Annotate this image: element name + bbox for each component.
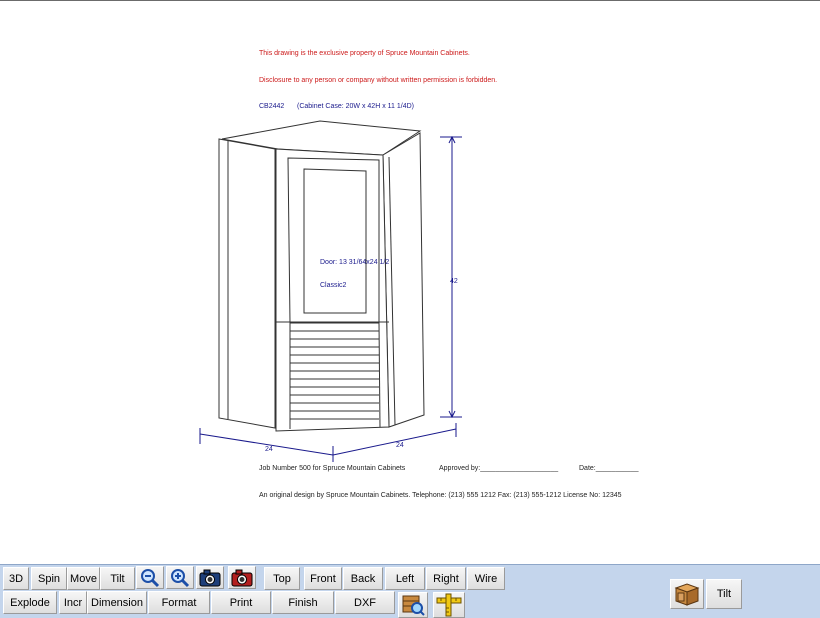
door-style: Classic2: [320, 282, 347, 289]
footer-line: An original design by Spruce Mountain Ca…: [259, 492, 622, 499]
left-view-button[interactable]: Left: [385, 567, 425, 590]
measure-button[interactable]: [433, 592, 465, 618]
zoom-in-icon: [171, 568, 190, 587]
dimension-left-width: 24: [265, 446, 273, 453]
move-button[interactable]: Move: [67, 567, 100, 590]
spin-button[interactable]: Spin: [31, 567, 67, 590]
measure-icon: [436, 593, 462, 617]
finish-button[interactable]: Finish: [272, 591, 334, 614]
camera-icon: [199, 569, 221, 586]
back-view-button[interactable]: Back: [343, 567, 383, 590]
tilt-button[interactable]: Tilt: [100, 567, 135, 590]
bottom-toolbar: 3D Spin Move Tilt Top Front Back Left Ri…: [0, 564, 820, 618]
zoom-out-button[interactable]: [136, 566, 164, 589]
dimension-height: 42: [450, 278, 458, 285]
tilt-right-button[interactable]: Tilt: [706, 579, 742, 609]
increment-button[interactable]: Incr: [59, 591, 87, 614]
date-field: Date:___________: [579, 465, 639, 472]
zoom-in-button[interactable]: [166, 566, 194, 589]
zoom-out-icon: [141, 568, 160, 587]
format-button[interactable]: Format: [148, 591, 210, 614]
red-camera-icon: [231, 569, 253, 586]
wire-view-button[interactable]: Wire: [467, 567, 505, 590]
cabinet-view-button[interactable]: [670, 579, 704, 609]
cabinet-drawing: [199, 120, 462, 462]
dimension-right-width: 24: [396, 442, 404, 449]
door-label: Door: 13 31/64x24 1/2: [320, 259, 390, 266]
cabinet-search-button[interactable]: [398, 592, 428, 618]
cabinet-box-icon: [674, 583, 700, 606]
dxf-button[interactable]: DXF: [335, 591, 395, 614]
print-button[interactable]: Print: [211, 591, 271, 614]
approved-by: Approved by:____________________: [439, 465, 559, 472]
dimension-button[interactable]: Dimension: [87, 591, 147, 614]
job-line: Job Number 500 for Spruce Mountain Cabin…: [259, 465, 406, 472]
snapshot-button[interactable]: [228, 566, 256, 589]
right-view-button[interactable]: Right: [426, 567, 466, 590]
top-view-button[interactable]: Top: [264, 567, 300, 590]
explode-button[interactable]: Explode: [3, 591, 57, 614]
search-cabinet-icon: [402, 595, 425, 616]
3d-button[interactable]: 3D: [3, 567, 29, 590]
front-view-button[interactable]: Front: [304, 567, 342, 590]
drawing-canvas: This drawing is the exclusive property o…: [0, 0, 820, 564]
camera-button[interactable]: [196, 566, 224, 589]
